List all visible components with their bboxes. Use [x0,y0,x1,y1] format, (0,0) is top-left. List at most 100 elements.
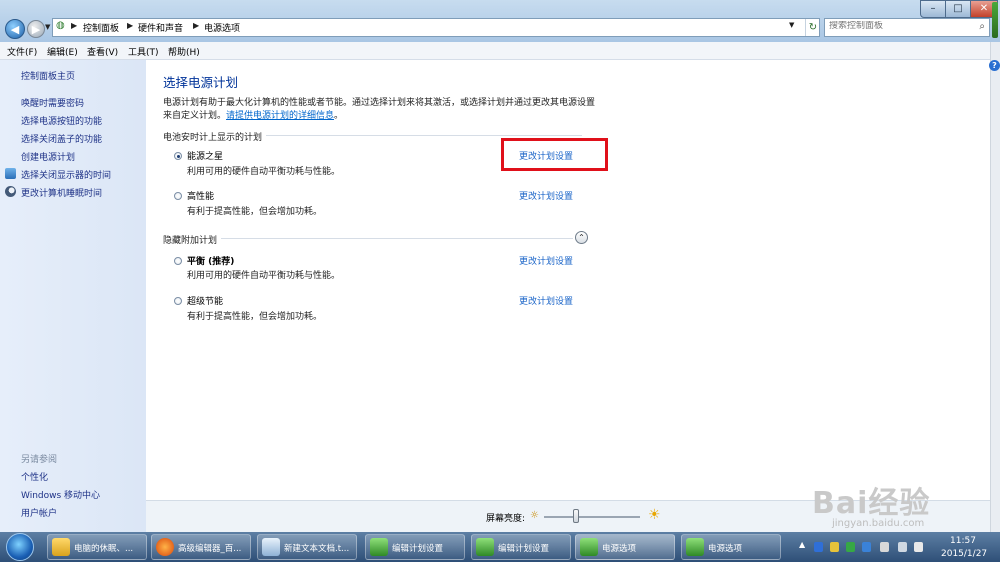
maximize-button[interactable]: □ [945,0,971,18]
forward-button[interactable]: ▶ [27,20,45,38]
recent-pages-dropdown[interactable]: ▼ [45,23,50,31]
watermark-logo: Bai经验 [812,486,931,521]
sleep-moon-icon [5,186,16,197]
section-hidden-plans: 隐藏附加计划 [163,236,218,246]
plan-name-energy-star[interactable]: 能源之星 [187,149,223,162]
antivirus-tray-icon[interactable] [862,542,871,552]
search-input[interactable] [829,21,964,31]
help-icon[interactable]: ? [989,60,1000,71]
taskbar-item[interactable]: 编辑计划设置 [471,534,571,560]
taskbar-item[interactable]: 新建文本文档.t... [257,534,357,560]
plan-radio-balanced[interactable] [174,257,182,265]
brightness-slider[interactable] [544,516,640,518]
menu-edit[interactable]: 编辑(E) [47,45,78,58]
see-also-user-accounts[interactable]: 用户帐户 [21,506,57,519]
crumb-hardware-sound[interactable]: 硬件和声音 [138,21,183,34]
sidebar-link-lid-close[interactable]: 选择关闭盖子的功能 [21,132,102,145]
watermark-url: jingyan.baidu.com [832,518,925,529]
brightness-slider-thumb[interactable] [572,509,579,523]
battery-tray-icon[interactable] [880,542,889,552]
crumb-separator[interactable]: ▶ [127,21,133,30]
plan-radio-high-performance[interactable] [174,192,182,200]
search-box[interactable]: ⌕ [824,18,990,37]
plan-radio-power-saver[interactable] [174,297,182,305]
plan-desc-high-performance: 有利于提高性能，但会增加功耗。 [187,207,323,217]
change-plan-settings-power-saver[interactable]: 更改计划设置 [519,294,573,307]
taskbar-item[interactable]: 编辑计划设置 [365,534,465,560]
sidebar-link-power-button[interactable]: 选择电源按钮的功能 [21,114,102,127]
crumb-control-panel[interactable]: 控制面板 [83,21,119,34]
plan-name-balanced[interactable]: 平衡 (推荐) [187,254,234,267]
clock-date[interactable]: 2015/1/27 [941,549,987,559]
plan-radio-energy-star[interactable] [174,152,182,160]
change-plan-settings-balanced[interactable]: 更改计划设置 [519,254,573,267]
refresh-icon[interactable]: ↻ [805,19,820,36]
clock-time[interactable]: 11:57 [950,536,976,546]
see-also-mobility-center[interactable]: Windows 移动中心 [21,488,100,501]
menu-tools[interactable]: 工具(T) [128,45,159,58]
plan-desc-power-saver: 有利于提高性能，但会增加功耗。 [187,312,323,322]
taskbar-item-label: 高级编辑器_百... [178,544,242,554]
control-panel-home-link[interactable]: 控制面板主页 [21,69,75,82]
dim-sun-icon: ☼ [530,510,539,521]
back-button[interactable]: ◀ [5,19,25,39]
taskbar-item[interactable]: 电源选项 [575,534,675,560]
section-divider [266,135,582,136]
sidebar-link-create-plan[interactable]: 创建电源计划 [21,150,75,163]
firefox-icon [156,538,174,556]
plan-name-power-saver[interactable]: 超级节能 [187,294,223,307]
search-icon[interactable]: ⌕ [979,21,985,32]
sidebar-link-sleep-time[interactable]: 更改计算机睡眠时间 [21,186,102,199]
vertical-scrollbar[interactable] [990,42,1000,532]
page-title: 选择电源计划 [163,75,239,90]
taskbar-item[interactable]: 高级编辑器_百... [151,534,251,560]
taskbar-item[interactable]: 电脑的休眠、... [47,534,147,560]
plan-desc-energy-star: 利用可用的硬件自动平衡功耗与性能。 [187,167,341,177]
taskbar: 电脑的休眠、... 高级编辑器_百... 新建文本文档.t... 编辑计划设置 … [0,532,1000,562]
plan-desc-balanced: 利用可用的硬件自动平衡功耗与性能。 [187,271,341,281]
see-also-personalization[interactable]: 个性化 [21,470,48,483]
collapse-chevron-up-icon[interactable]: ⌃ [575,231,588,244]
power-options-icon [686,538,704,556]
plan-name-high-performance[interactable]: 高性能 [187,189,214,202]
menu-file[interactable]: 文件(F) [7,45,37,58]
volume-tray-icon[interactable] [914,542,923,552]
task-pane: 控制面板主页 唤醒时需要密码 选择电源按钮的功能 选择关闭盖子的功能 创建电源计… [0,60,146,532]
start-button[interactable] [6,533,34,561]
address-dropdown-icon[interactable]: ▼ [789,21,794,29]
bluetooth-tray-icon[interactable] [814,542,823,552]
menu-bar: 文件(F) 编辑(E) 查看(V) 工具(T) 帮助(H) [0,42,990,60]
taskbar-item-label: 电脑的休眠、... [74,544,134,554]
network-tray-icon[interactable] [898,542,907,552]
taskbar-item-label: 新建文本文档.t... [284,544,350,554]
taskbar-item-label: 电源选项 [708,544,743,554]
address-bar[interactable]: ◍ ▶ 控制面板 ▶ 硬件和声音 ▶ 电源选项 ▼ ↻ [52,18,820,37]
crumb-separator[interactable]: ▶ [71,21,77,30]
crumb-separator[interactable]: ▶ [193,21,199,30]
power-options-icon [476,538,494,556]
menu-view[interactable]: 查看(V) [87,45,118,58]
section-divider [221,238,573,239]
minimize-button[interactable]: – [920,0,946,18]
description-line-2: 来自定义计划。请提供电源计划的详细信息。 [163,108,343,121]
security-tray-icon[interactable] [830,542,839,552]
shield-tray-icon[interactable] [846,542,855,552]
section-battery-plans: 电池安时计上显示的计划 [163,133,263,143]
plan-details-link[interactable]: 请提供电源计划的详细信息 [226,111,334,121]
power-options-icon [370,538,388,556]
crumb-power-options[interactable]: 电源选项 [204,21,240,34]
power-options-icon [580,538,598,556]
taskbar-item-label: 编辑计划设置 [498,544,550,554]
sidebar-link-wake-password[interactable]: 唤醒时需要密码 [21,96,84,109]
change-plan-settings-high-performance[interactable]: 更改计划设置 [519,189,573,202]
annotation-highlight-box [501,138,608,171]
bright-sun-icon: ☀ [648,507,661,523]
show-hidden-icons-chevron-icon[interactable]: ▲ [799,540,805,549]
sidebar-link-display-off[interactable]: 选择关闭显示器的时间 [21,168,111,181]
taskbar-item[interactable]: 电源选项 [681,534,781,560]
notepad-icon [262,538,280,556]
main-content: 选择电源计划 电源计划有助于最大化计算机的性能或者节能。通过选择计划来将其激活，… [146,60,990,500]
signal-indicator-icon [992,2,998,38]
description-prefix: 来自定义计划。 [163,111,227,121]
menu-help[interactable]: 帮助(H) [168,45,200,58]
